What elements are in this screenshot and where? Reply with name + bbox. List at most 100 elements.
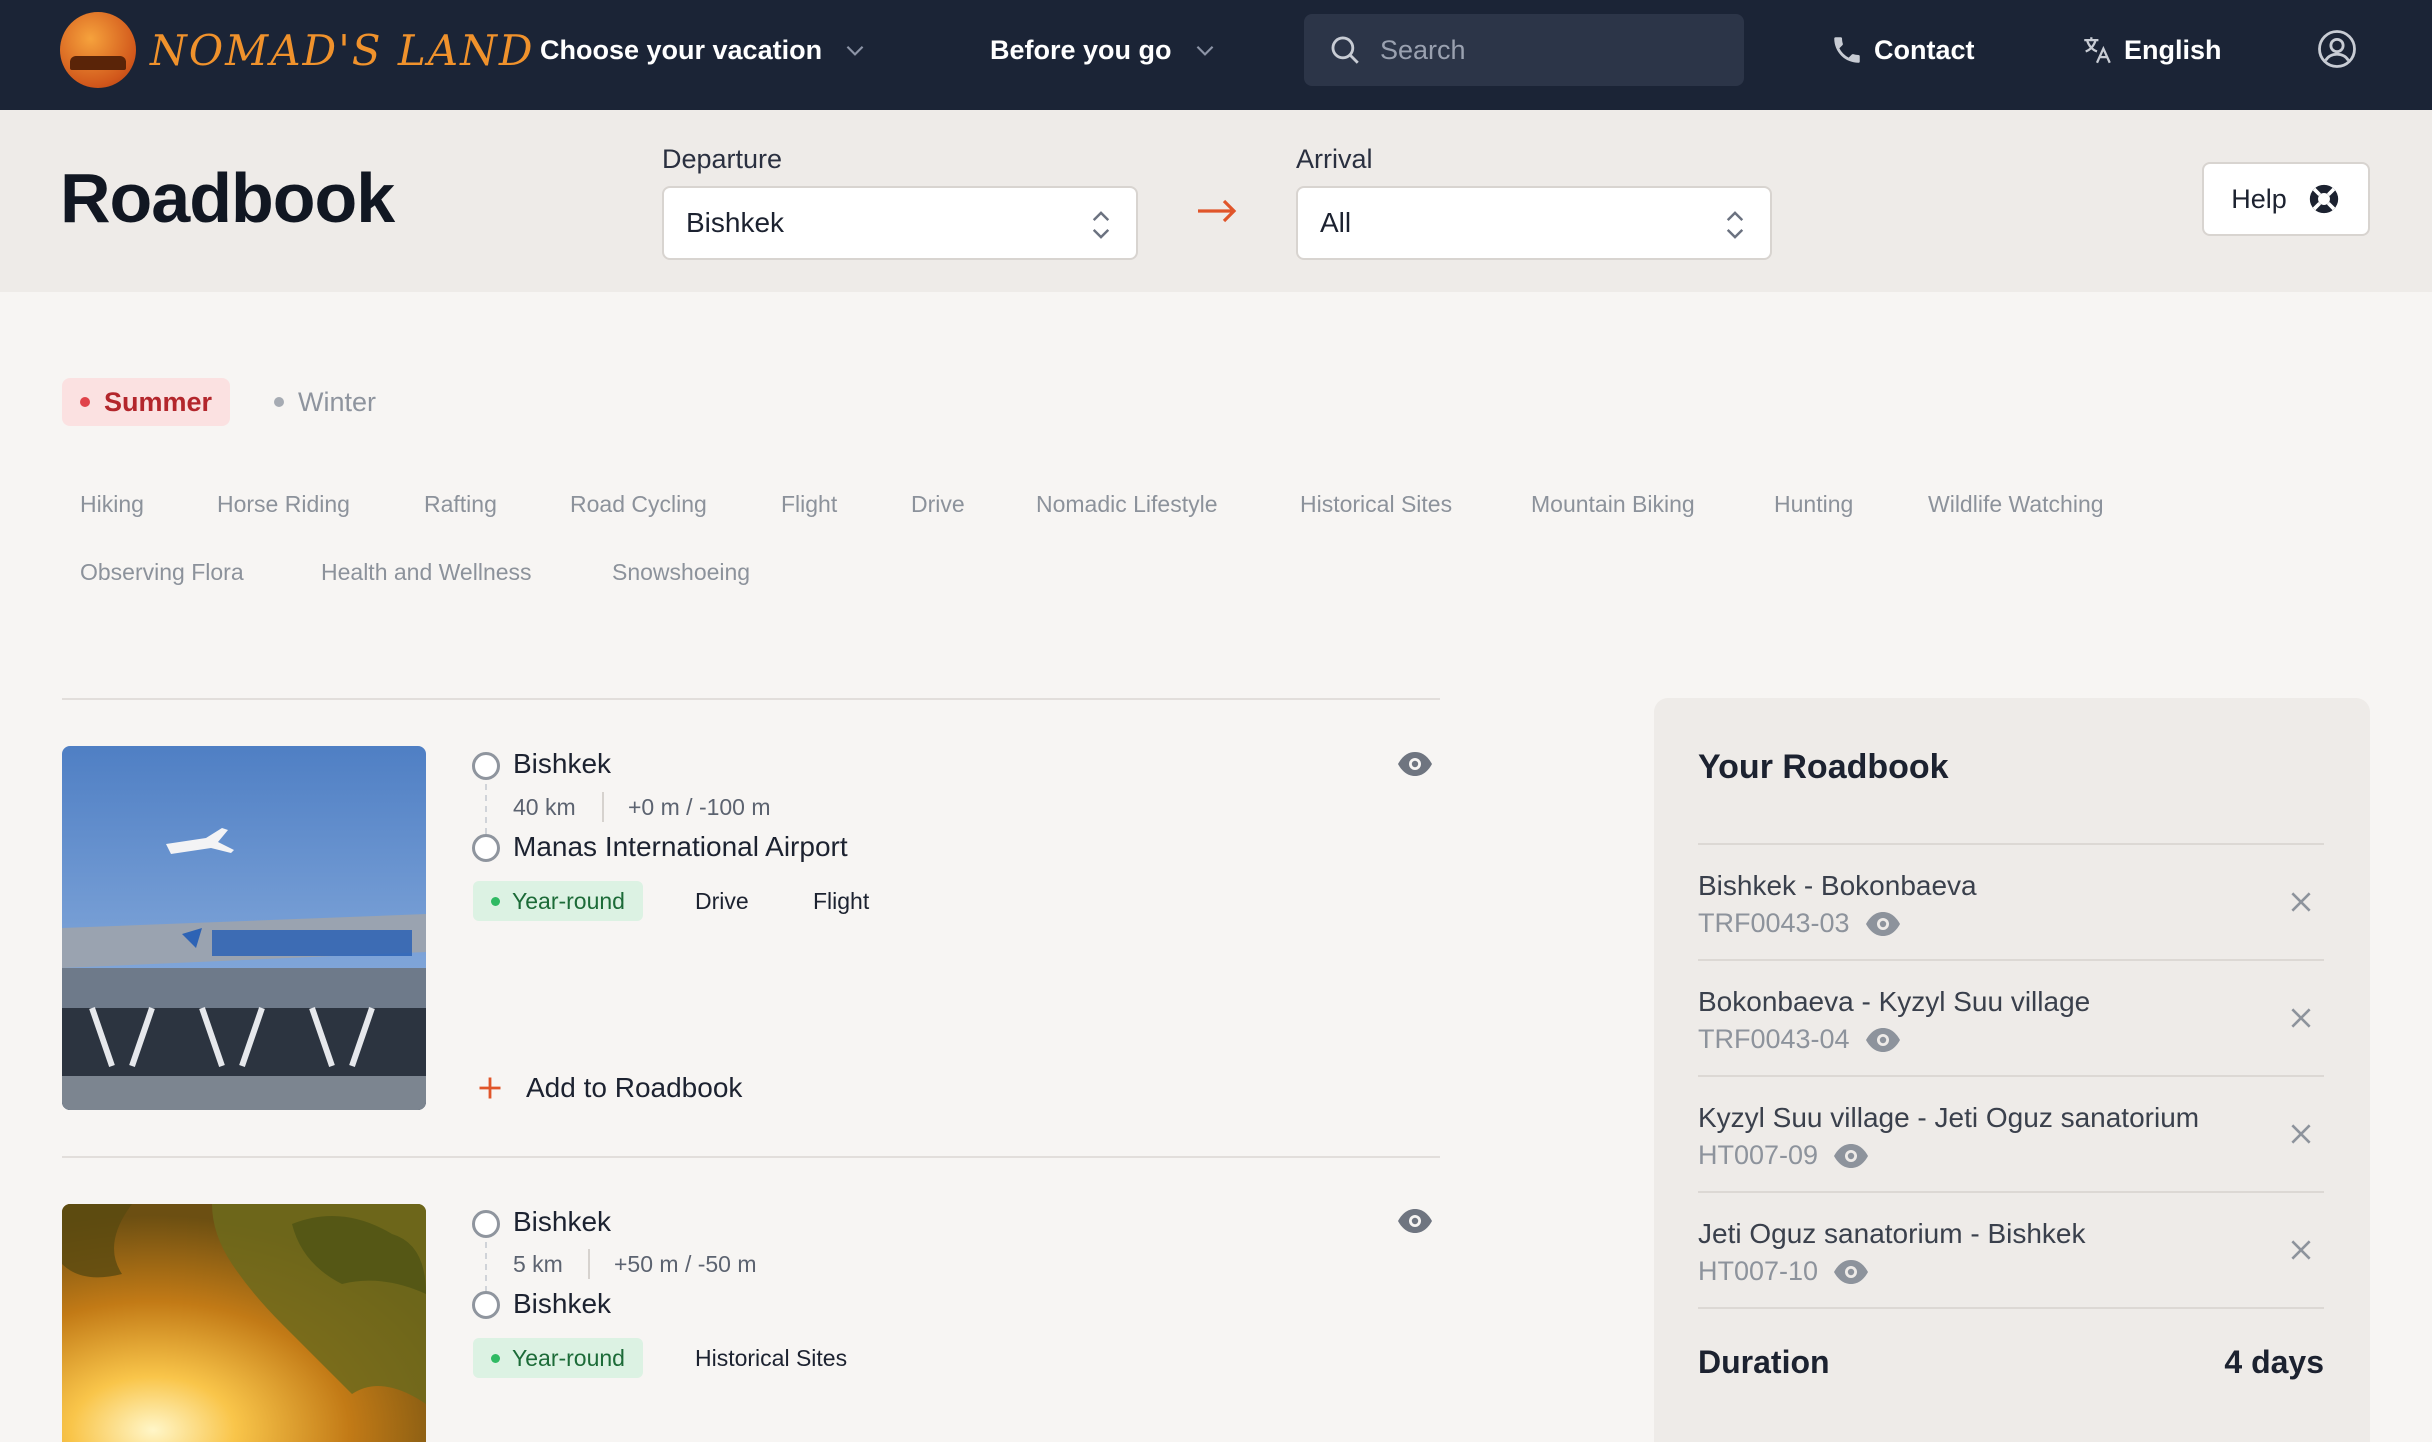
activity-chip-historical-sites[interactable]: Historical Sites bbox=[1282, 480, 1470, 528]
activity-chip-road-cycling[interactable]: Road Cycling bbox=[552, 480, 725, 528]
your-roadbook-panel bbox=[1654, 698, 2370, 1442]
eye-icon[interactable] bbox=[1864, 910, 1902, 938]
add-to-roadbook-label: Add to Roadbook bbox=[526, 1072, 743, 1103]
activity-chip-label: Flight bbox=[781, 490, 838, 517]
activity-chip-health-and-wellness[interactable]: Health and Wellness bbox=[303, 548, 550, 596]
help-button[interactable]: Help bbox=[2202, 162, 2370, 236]
activity-chip-horse-riding[interactable]: Horse Riding bbox=[199, 480, 368, 528]
activity-chip-label: Hunting bbox=[1774, 490, 1854, 517]
season-tab-winter[interactable]: Winter bbox=[256, 378, 394, 426]
activity-chip-label: Snowshoeing bbox=[612, 558, 751, 585]
activity-chip-rafting[interactable]: Rafting bbox=[406, 480, 515, 528]
activity-chip-label: Nomadic Lifestyle bbox=[1036, 490, 1218, 517]
activity-chip-observing-flora[interactable]: Observing Flora bbox=[62, 548, 262, 596]
nav-choose-vacation-label: Choose your vacation bbox=[540, 34, 823, 65]
activity-chip-mountain-biking[interactable]: Mountain Biking bbox=[1513, 480, 1713, 528]
arrival-value: All bbox=[1320, 207, 1352, 238]
roadbook-item-code-text: HT007-09 bbox=[1698, 1140, 1819, 1170]
route-from[interactable]: Bishkek bbox=[513, 748, 611, 780]
activity-chip-label: Wildlife Watching bbox=[1928, 490, 2104, 517]
arrival-select[interactable]: All bbox=[1296, 186, 1772, 260]
activity-chip-label: Rafting bbox=[424, 490, 497, 517]
roadbook-item-name[interactable]: Kyzyl Suu village - Jeti Oguz sanatorium bbox=[1698, 1102, 2199, 1134]
close-icon[interactable] bbox=[2288, 1237, 2314, 1263]
route-elevation: +50 m / -50 m bbox=[614, 1251, 757, 1277]
route-thumbnail-airport[interactable] bbox=[62, 746, 426, 1110]
stop-start-marker bbox=[472, 1210, 500, 1238]
eye-icon[interactable] bbox=[1832, 1258, 1870, 1286]
activity-tag-historical-sites: Historical Sites bbox=[677, 1338, 865, 1378]
activity-chip-hiking[interactable]: Hiking bbox=[62, 480, 162, 528]
activity-tag-label: Drive bbox=[695, 887, 749, 914]
plus-icon bbox=[479, 1077, 501, 1099]
activity-chip-label: Historical Sites bbox=[1300, 490, 1453, 517]
close-icon[interactable] bbox=[2288, 1121, 2314, 1147]
season-dot bbox=[491, 1353, 500, 1363]
roadbook-item-code-text: TRF0043-04 bbox=[1698, 1024, 1850, 1054]
eye-icon[interactable] bbox=[1396, 750, 1434, 778]
activity-chip-label: Road Cycling bbox=[570, 490, 707, 517]
activity-chip-nomadic-lifestyle[interactable]: Nomadic Lifestyle bbox=[1018, 480, 1236, 528]
top-navigation: NOMAD'S LAND Choose your vacation Before… bbox=[0, 0, 2432, 110]
season-dot bbox=[274, 397, 284, 407]
panel-divider bbox=[1698, 1191, 2324, 1193]
stop-end-marker bbox=[472, 1291, 500, 1319]
roadbook-item-code: TRF0043-03 bbox=[1698, 908, 1902, 939]
close-icon[interactable] bbox=[2288, 1005, 2314, 1031]
nav-contact[interactable]: Contact bbox=[1830, 28, 1975, 72]
roadbook-item-name[interactable]: Bishkek - Bokonbaeva bbox=[1698, 870, 1977, 902]
stat-separator bbox=[588, 1249, 590, 1279]
add-to-roadbook-button[interactable]: Add to Roadbook bbox=[476, 1072, 742, 1104]
nav-choose-vacation[interactable]: Choose your vacation bbox=[540, 28, 868, 72]
nav-language[interactable]: English bbox=[2080, 28, 2222, 72]
route-distance: 40 km bbox=[513, 794, 576, 820]
activity-chip-snowshoeing[interactable]: Snowshoeing bbox=[594, 548, 768, 596]
activity-chip-flight[interactable]: Flight bbox=[763, 480, 855, 528]
city-sunset-photo bbox=[62, 1204, 426, 1442]
eye-icon[interactable] bbox=[1864, 1026, 1902, 1054]
close-icon[interactable] bbox=[2288, 889, 2314, 915]
roadbook-item-name[interactable]: Bokonbaeva - Kyzyl Suu village bbox=[1698, 986, 2090, 1018]
season-dot bbox=[491, 896, 500, 906]
roadbook-item-name[interactable]: Jeti Oguz sanatorium - Bishkek bbox=[1698, 1218, 2086, 1250]
season-tab-label: Summer bbox=[104, 386, 213, 417]
activity-tag-label: Historical Sites bbox=[695, 1344, 848, 1371]
logo[interactable]: NOMAD'S LAND bbox=[60, 12, 535, 88]
chevron-down-icon bbox=[1196, 45, 1213, 56]
route-to[interactable]: Bishkek bbox=[513, 1288, 611, 1320]
stop-start-marker bbox=[472, 752, 500, 780]
nav-language-label: English bbox=[2124, 34, 2222, 65]
activity-chip-label: Mountain Biking bbox=[1531, 490, 1695, 517]
season-tag-label: Year-round bbox=[512, 887, 625, 914]
eye-icon[interactable] bbox=[1832, 1142, 1870, 1170]
activity-tag-label: Flight bbox=[813, 887, 870, 914]
chevron-down-icon bbox=[846, 45, 864, 56]
panel-divider bbox=[1698, 959, 2324, 961]
season-dot bbox=[80, 397, 90, 407]
route-to[interactable]: Manas International Airport bbox=[513, 831, 848, 863]
route-distance: 5 km bbox=[513, 1251, 563, 1277]
route-from[interactable]: Bishkek bbox=[513, 1206, 611, 1238]
departure-select[interactable]: Bishkek bbox=[662, 186, 1138, 260]
activity-tag-flight: Flight bbox=[795, 881, 887, 921]
activity-chip-drive[interactable]: Drive bbox=[893, 480, 983, 528]
stat-separator bbox=[602, 792, 604, 822]
select-updown-icon bbox=[1092, 211, 1110, 239]
duration-label: Duration bbox=[1698, 1344, 1830, 1380]
activity-chip-hunting[interactable]: Hunting bbox=[1756, 480, 1871, 528]
activity-chip-wildlife-watching[interactable]: Wildlife Watching bbox=[1910, 480, 2122, 528]
nav-before-you-go[interactable]: Before you go bbox=[990, 28, 1218, 72]
search-input[interactable] bbox=[1380, 34, 1720, 66]
roadbook-item-code-text: HT007-10 bbox=[1698, 1256, 1819, 1286]
route-connector bbox=[485, 1242, 487, 1292]
roadbook-item-code: HT007-10 bbox=[1698, 1256, 1870, 1287]
departure-value: Bishkek bbox=[686, 207, 785, 238]
activity-chip-label: Drive bbox=[911, 490, 965, 517]
eye-icon[interactable] bbox=[1396, 1207, 1434, 1235]
user-account-icon[interactable] bbox=[2316, 28, 2358, 70]
season-tab-summer[interactable]: Summer bbox=[62, 378, 231, 426]
season-tab-label: Winter bbox=[298, 386, 377, 417]
search-box[interactable] bbox=[1304, 14, 1744, 86]
nav-contact-label: Contact bbox=[1874, 34, 1975, 65]
route-thumbnail-city[interactable] bbox=[62, 1204, 426, 1442]
